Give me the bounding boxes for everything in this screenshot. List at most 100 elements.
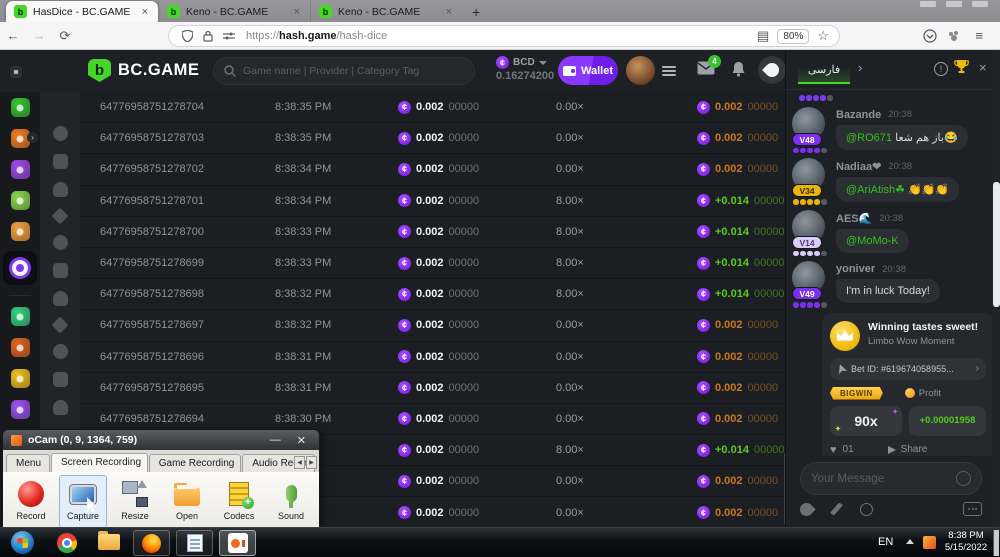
chat-close-icon[interactable]: × <box>979 60 987 75</box>
like-heart-icon[interactable]: ♥ <box>830 444 837 456</box>
currency-selector[interactable]: ¢ BCD 0.16274200 <box>496 56 554 82</box>
fishing-icon[interactable] <box>53 126 68 141</box>
coin-drop-icon[interactable] <box>860 503 873 516</box>
ring-icon[interactable] <box>52 317 69 334</box>
url-text[interactable]: https://hash.game/hash-dice <box>246 30 755 42</box>
taskbar-notepad-button[interactable] <box>176 530 213 556</box>
reader-mode-icon[interactable]: ▤ <box>757 28 769 44</box>
sidebar-item-shop[interactable] <box>0 216 40 247</box>
language-indicator[interactable]: EN <box>878 536 893 548</box>
expand-chevron-icon[interactable]: › <box>27 132 38 143</box>
eye-icon[interactable] <box>53 372 68 387</box>
zoom-level-indicator[interactable]: 80% <box>777 29 809 44</box>
table-row[interactable]: 64776958751278703 8:38:35 PM ¢0.00200000… <box>80 123 785 154</box>
taskbar-ocam-button[interactable] <box>219 530 256 556</box>
ocam-titlebar[interactable]: oCam (0, 9, 1364, 759) — ✕ <box>3 430 319 450</box>
wallet-button[interactable]: Wallet <box>558 56 618 85</box>
reload-button[interactable]: ⟳ <box>52 28 78 44</box>
chat-username[interactable]: Nadiaa❤ <box>836 160 881 173</box>
user-mention[interactable]: @MoMo-K <box>846 235 899 247</box>
chat-rules-pencil-icon[interactable] <box>830 503 843 516</box>
bet-id-row[interactable]: Bet ID: #619674058955... › <box>830 358 986 380</box>
cards-icon[interactable] <box>53 291 68 306</box>
browser-tab[interactable]: b Keno - BC.GAME × <box>158 1 310 22</box>
table-row[interactable]: 64776958751278699 8:38:33 PM ¢0.00200000… <box>80 248 785 279</box>
extensions-icon[interactable] <box>947 29 961 43</box>
new-tab-button[interactable]: + <box>462 4 490 22</box>
sidebar-item-casino[interactable]: › <box>0 123 40 154</box>
tab-scroll-left-icon[interactable]: ◀ <box>294 456 305 469</box>
table-row[interactable]: 64776958751278702 8:38:34 PM ¢0.00200000… <box>80 154 785 185</box>
table-row[interactable]: 64776958751278697 8:38:32 PM ¢0.00200000… <box>80 310 785 341</box>
sidebar-item-crown[interactable] <box>0 363 40 394</box>
chat-username[interactable]: AES🌊 <box>836 212 872 225</box>
notifications-bell[interactable] <box>731 61 746 77</box>
start-button[interactable] <box>11 531 34 554</box>
ocam-tab-screen-recording[interactable]: Screen Recording <box>51 453 148 472</box>
chat-language-tab[interactable]: فارسی <box>798 56 850 84</box>
mail-notifications[interactable]: 4 <box>697 61 715 75</box>
ocam-tab-game-recording[interactable]: Game Recording <box>149 454 241 472</box>
chips-icon[interactable] <box>52 208 69 225</box>
chat-username[interactable]: Bazande <box>836 109 881 121</box>
taskbar-chrome-icon[interactable] <box>57 533 77 553</box>
ocam-minimize-button[interactable]: — <box>265 434 286 446</box>
chat-message-input[interactable] <box>811 473 949 485</box>
window-minimize-button[interactable] <box>920 1 936 7</box>
ocam-capture-button[interactable]: Capture <box>59 475 107 528</box>
wheel-icon[interactable] <box>53 154 68 169</box>
sidebar-item-lottery[interactable] <box>0 247 40 289</box>
table-row[interactable]: 64776958751278696 8:38:31 PM ¢0.00200000… <box>80 342 785 373</box>
permissions-icon[interactable] <box>223 31 235 41</box>
search-input[interactable] <box>243 65 464 77</box>
emoji-smiley-icon[interactable] <box>956 471 971 486</box>
forward-button[interactable]: → <box>26 28 52 43</box>
taskbar-clock[interactable]: 8:38 PM 5/15/2022 <box>938 530 994 554</box>
sports-icon[interactable] <box>53 263 68 278</box>
rain-drop-icon[interactable] <box>797 500 815 518</box>
win-share-card[interactable]: Winning tastes sweet! Limbo Wow Moment B… <box>822 313 994 457</box>
crash-icon[interactable] <box>53 344 68 359</box>
window-close-button[interactable] <box>972 1 988 7</box>
table-row[interactable]: 64776958751278698 8:38:32 PM ¢0.00200000… <box>80 279 785 310</box>
sports-chat-icon[interactable] <box>758 56 786 84</box>
baccarat-icon[interactable] <box>53 182 68 197</box>
browser-tab[interactable]: b Keno - BC.GAME × <box>310 1 462 22</box>
sidebar-item-friends[interactable] <box>0 394 40 425</box>
sidebar-item-vip[interactable] <box>0 185 40 216</box>
taskbar-firefox-button[interactable] <box>133 530 170 556</box>
tab-scroll-right-icon[interactable]: ▶ <box>306 456 317 469</box>
chat-username[interactable]: yoniver <box>836 263 875 275</box>
taskbar-explorer-icon[interactable] <box>98 534 120 550</box>
bookmark-star-icon[interactable]: ☆ <box>817 28 829 44</box>
table-row[interactable]: 64776958751278704 8:38:35 PM ¢0.00200000… <box>80 92 785 123</box>
ocam-codecs-button[interactable]: Codecs <box>215 475 263 528</box>
chat-rules-info-icon[interactable]: ! <box>934 62 948 76</box>
sidebar-item-home[interactable] <box>0 92 40 123</box>
game-search-bar[interactable] <box>213 57 475 85</box>
window-maximize-button[interactable] <box>946 1 962 7</box>
site-logo[interactable]: b BC.GAME <box>88 59 199 82</box>
profile-menu-icon[interactable] <box>662 64 676 78</box>
ocam-open-button[interactable]: Open <box>163 475 211 528</box>
ocam-close-button[interactable]: ✕ <box>292 434 311 447</box>
tab-close-icon[interactable]: × <box>140 6 150 18</box>
table-row[interactable]: 64776958751278701 8:38:34 PM ¢0.00200000… <box>80 186 785 217</box>
shield-icon[interactable] <box>182 30 193 42</box>
hamburger-menu-icon[interactable]: ≡ <box>975 28 983 43</box>
tab-close-icon[interactable]: × <box>444 6 454 18</box>
ocam-resize-button[interactable]: Resize <box>111 475 159 528</box>
lock-icon[interactable] <box>203 30 213 42</box>
sidebar-toggle-icon[interactable] <box>10 66 22 78</box>
tray-app-icon[interactable] <box>923 536 936 549</box>
show-desktop-button[interactable] <box>993 530 999 556</box>
back-button[interactable]: ← <box>0 28 26 43</box>
table-row[interactable]: 64776958751278695 8:38:31 PM ¢0.00200000… <box>80 373 785 404</box>
sidebar-item-ticket[interactable] <box>0 301 40 332</box>
user-mention[interactable]: @AriAtish☘ <box>846 184 905 196</box>
gif-keyboard-icon[interactable] <box>963 502 982 516</box>
sidebar-item-bonus[interactable] <box>0 332 40 363</box>
page-scrollbar-thumb[interactable] <box>993 182 1000 307</box>
pocket-icon[interactable] <box>923 29 937 43</box>
tab-close-icon[interactable]: × <box>292 6 302 18</box>
